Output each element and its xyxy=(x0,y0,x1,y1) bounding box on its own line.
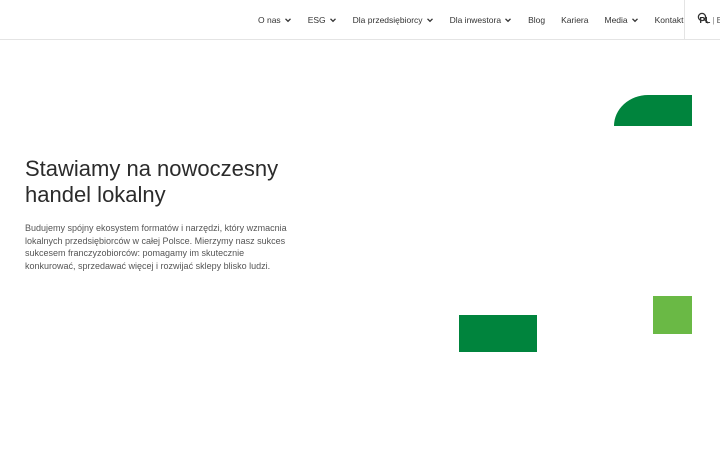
nav-item-label: Media xyxy=(604,14,628,25)
chevron-down-icon xyxy=(284,16,292,24)
nav-item-label: ESG xyxy=(307,14,326,25)
nav-item-kariera[interactable]: Kariera xyxy=(553,0,596,39)
nav-item-label: Kontakt xyxy=(654,14,684,25)
nav-item-label: Dla przedsiębiorcy xyxy=(352,14,423,25)
chevron-down-icon xyxy=(426,16,434,24)
nav-item-blog[interactable]: Blog xyxy=(520,0,553,39)
chevron-down-icon xyxy=(631,16,639,24)
chevron-down-icon xyxy=(329,16,337,24)
hero-description: Budujemy spójny ekosystem formatów i nar… xyxy=(25,223,287,271)
page: O nas ESG Dla przedsiębiorcy Dla inwesto… xyxy=(0,0,720,450)
chevron-down-icon xyxy=(504,16,512,24)
decorative-light-green-square xyxy=(653,296,692,334)
search-button[interactable] xyxy=(684,0,720,39)
nav-item-label: Kariera xyxy=(561,14,589,25)
nav-item-o-nas[interactable]: O nas xyxy=(250,0,300,39)
nav-item-esg[interactable]: ESG xyxy=(300,0,345,39)
search-icon xyxy=(697,11,709,29)
nav-item-media[interactable]: Media xyxy=(596,0,646,39)
nav-item-dla-inwestora[interactable]: Dla inwestora xyxy=(442,0,521,39)
site-header: O nas ESG Dla przedsiębiorcy Dla inwesto… xyxy=(0,0,720,40)
hero-title: Stawiamy na nowoczesny handel lokalny xyxy=(25,156,325,208)
hero-title-line-2: handel lokalny xyxy=(25,182,166,207)
nav-item-label: Dla inwestora xyxy=(449,14,502,25)
nav-item-label: O nas xyxy=(258,14,281,25)
nav-item-dla-przedsiebiorcy[interactable]: Dla przedsiębiorcy xyxy=(345,0,442,39)
decorative-green-rectangle xyxy=(459,315,537,352)
hero-title-line-1: Stawiamy na nowoczesny xyxy=(25,156,279,181)
nav-item-label: Blog xyxy=(528,14,546,25)
main-nav: O nas ESG Dla przedsiębiorcy Dla inwesto… xyxy=(250,0,720,39)
decorative-green-arch xyxy=(614,95,692,126)
